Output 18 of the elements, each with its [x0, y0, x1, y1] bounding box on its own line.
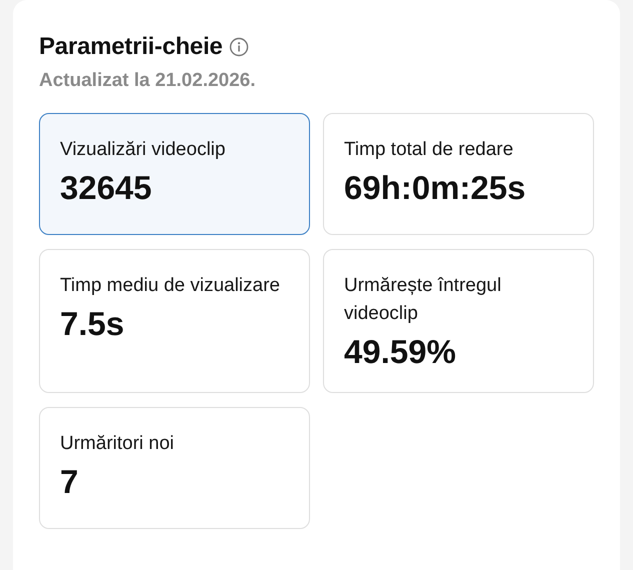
updated-date: Actualizat la 21.02.2026. [39, 70, 257, 92]
metric-value: 49.59% [344, 332, 457, 372]
info-icon[interactable] [228, 37, 249, 57]
metric-label: Vizualizări videoclip [60, 138, 226, 162]
metric-card[interactable]: Urmărește întregul videoclip 49.59% [323, 249, 594, 393]
metric-card[interactable]: Timp total de redare 69h:0m:25s [323, 113, 594, 235]
section-title: Parametrii-cheie [39, 33, 223, 61]
metric-label: Timp mediu de vizualizare [60, 274, 281, 298]
metric-value: 69h:0m:25s [344, 168, 527, 208]
metric-label: Urmăritori noi [60, 432, 176, 456]
metric-label: Urmărește întregul videoclip [344, 274, 502, 326]
metric-value: 7 [60, 462, 80, 502]
metric-card[interactable]: Urmăritori noi 7 [39, 407, 310, 529]
metric-label: Timp total de redare [344, 138, 514, 162]
metric-value: 32645 [60, 168, 153, 208]
metric-card[interactable]: Timp mediu de vizualizare 7.5s [39, 249, 310, 393]
metric-value: 7.5s [60, 304, 126, 344]
metric-card[interactable]: Vizualizări videoclip 32645 [39, 113, 310, 235]
